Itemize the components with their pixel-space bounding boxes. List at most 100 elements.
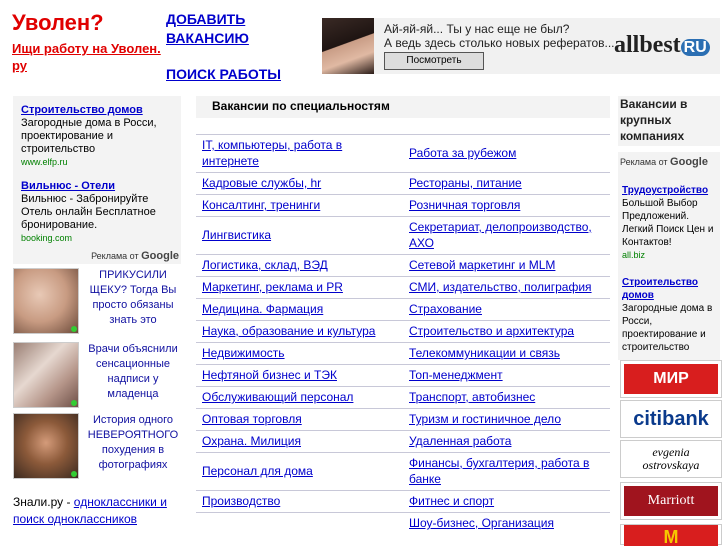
category-cell: Маркетинг, реклама и PR bbox=[196, 276, 403, 299]
category-link[interactable]: Медицина. Фармация bbox=[202, 302, 323, 316]
banner-view-button[interactable]: Посмотреть bbox=[384, 52, 484, 70]
category-link[interactable]: Кадровые службы, hr bbox=[202, 176, 321, 190]
category-link[interactable]: Топ-менеджмент bbox=[409, 368, 503, 382]
category-link[interactable]: Рестораны, питание bbox=[409, 176, 522, 190]
left-google-label[interactable]: Реклама от Google bbox=[91, 250, 179, 262]
company-logo-mcdonalds[interactable]: M bbox=[620, 524, 722, 547]
company-logo-mir[interactable]: МИР bbox=[620, 360, 722, 398]
online-dot-icon bbox=[71, 471, 77, 477]
category-cell: Медицина. Фармация bbox=[196, 298, 403, 321]
top-banner[interactable]: Ай-яй-яй... Ты у нас еще не был? А ведь … bbox=[322, 18, 720, 74]
category-link[interactable]: Секретариат, делопроизводство, АХО bbox=[409, 220, 592, 250]
teaser-3[interactable]: История одного НЕВЕРОЯТНОГО похудения в … bbox=[13, 413, 181, 479]
left-ad-1[interactable]: Строительство домов Загородные дома в Ро… bbox=[21, 104, 173, 169]
marriott-logo: Marriott bbox=[624, 486, 718, 516]
category-link[interactable]: Удаленная работа bbox=[409, 434, 511, 448]
category-link[interactable]: СМИ, издательство, полиграфия bbox=[409, 280, 592, 294]
category-link[interactable]: Работа за рубежом bbox=[409, 146, 516, 160]
category-cell: Кадровые службы, hr bbox=[196, 172, 403, 195]
company-logo-marriott[interactable]: Marriott bbox=[620, 482, 722, 520]
citibank-logo: citibank bbox=[633, 407, 709, 430]
left-ad-block: Строительство домов Загородные дома в Ро… bbox=[13, 96, 181, 264]
category-link[interactable]: Фитнес и спорт bbox=[409, 494, 494, 508]
category-link[interactable]: Сетевой маркетинг и MLM bbox=[409, 258, 555, 272]
right-ad-2-title[interactable]: Строительство домов bbox=[622, 276, 718, 302]
category-link[interactable]: Шоу-бизнес, Организация bbox=[409, 516, 554, 530]
category-link[interactable]: IT, компьютеры, работа в интернете bbox=[202, 138, 342, 168]
category-row: Недвижимость Телекоммуникации и связь bbox=[196, 342, 610, 365]
category-cell: Транспорт, автобизнес bbox=[403, 386, 610, 409]
right-ad-block: Реклама от Google Трудоустройство Большо… bbox=[618, 152, 720, 360]
company-logo-citibank[interactable]: citibank bbox=[620, 400, 722, 438]
category-link[interactable]: Финансы, бухгалтерия, работа в банке bbox=[409, 456, 589, 486]
category-cell: Персонал для дома bbox=[196, 452, 403, 491]
right-google-label[interactable]: Реклама от Google bbox=[620, 156, 708, 168]
left-ad-2[interactable]: Вильнюс - Отели Вильнюс - Забронируйте О… bbox=[21, 180, 173, 245]
category-link[interactable]: Консалтинг, тренинги bbox=[202, 198, 320, 212]
category-link[interactable]: Оптовая торговля bbox=[202, 412, 302, 426]
teaser-3-image[interactable] bbox=[13, 413, 79, 479]
category-row: Нефтяной бизнес и ТЭК Топ-менеджмент bbox=[196, 364, 610, 387]
category-link[interactable]: Туризм и гостиничное дело bbox=[409, 412, 561, 426]
category-link[interactable]: Телекоммуникации и связь bbox=[409, 346, 560, 360]
right-ad-2[interactable]: Строительство домов Загородные дома в Ро… bbox=[622, 276, 718, 354]
teaser-1[interactable]: ПРИКУСИЛИ ЩЕКУ? Тогда Вы просто обязаны … bbox=[13, 268, 181, 334]
right-ad-1-url[interactable]: all.biz bbox=[622, 249, 718, 262]
category-cell: СМИ, издательство, полиграфия bbox=[403, 276, 610, 299]
category-cell: Телекоммуникации и связь bbox=[403, 342, 610, 365]
category-cell: Наука, образование и культура bbox=[196, 320, 403, 343]
teaser-3-text[interactable]: История одного НЕВЕРОЯТНОГО похудения в … bbox=[85, 413, 181, 473]
category-link[interactable]: Лингвистика bbox=[202, 228, 271, 242]
find-job-link[interactable]: ПОИСК РАБОТЫ bbox=[166, 66, 281, 82]
category-cell: Туризм и гостиничное дело bbox=[403, 408, 610, 431]
category-link[interactable]: Производство bbox=[202, 494, 280, 508]
category-row: Лингвистика Секретариат, делопроизводство… bbox=[196, 216, 610, 255]
category-cell: Удаленная работа bbox=[403, 430, 610, 453]
teaser-2[interactable]: Врачи объяснили сенсационные надписи у м… bbox=[13, 342, 181, 408]
category-link[interactable]: Персонал для дома bbox=[202, 464, 313, 478]
teaser-2-text[interactable]: Врачи объяснили сенсационные надписи у м… bbox=[85, 342, 181, 402]
category-cell: Розничная торговля bbox=[403, 194, 610, 217]
category-row: Оптовая торговля Туризм и гостиничное дел… bbox=[196, 408, 610, 431]
ostrovskaya-logo: evgenia ostrovskaya bbox=[642, 445, 700, 472]
category-row: Обслуживающий персонал Транспорт, автобиз… bbox=[196, 386, 610, 409]
category-cell: Нефтяной бизнес и ТЭК bbox=[196, 364, 403, 387]
right-ad-1-title[interactable]: Трудоустройство bbox=[622, 184, 718, 197]
category-link[interactable]: Маркетинг, реклама и PR bbox=[202, 280, 343, 294]
left-ad-1-url[interactable]: www.elfp.ru bbox=[21, 156, 173, 169]
right-google-prefix: Реклама от bbox=[620, 157, 668, 167]
site-slogan-link[interactable]: Ищи работу на Уволен.ру bbox=[12, 40, 162, 74]
category-link[interactable]: Обслуживающий персонал bbox=[202, 390, 353, 404]
category-link[interactable]: Розничная торговля bbox=[409, 198, 520, 212]
category-link[interactable]: Нефтяной бизнес и ТЭК bbox=[202, 368, 337, 382]
category-cell: Фитнес и спорт bbox=[403, 490, 610, 513]
category-row: Персонал для дома Финансы, бухгалтерия, р… bbox=[196, 452, 610, 491]
category-link[interactable]: Логистика, склад, ВЭД bbox=[202, 258, 328, 272]
teaser-1-image[interactable] bbox=[13, 268, 79, 334]
right-ad-1-text: Большой Выбор Предложений. Легкий Поиск … bbox=[622, 198, 714, 248]
category-link[interactable]: Строительство и архитектура bbox=[409, 324, 574, 338]
category-link[interactable]: Транспорт, автобизнес bbox=[409, 390, 535, 404]
category-cell: Работа за рубежом bbox=[403, 134, 610, 173]
left-ad-2-url[interactable]: booking.com bbox=[21, 232, 173, 245]
category-link[interactable]: Охрана. Милиция bbox=[202, 434, 301, 448]
teaser-2-image[interactable] bbox=[13, 342, 79, 408]
category-row: Логистика, склад, ВЭД Сетевой маркетинг и… bbox=[196, 254, 610, 277]
left-ad-2-title[interactable]: Вильнюс - Отели bbox=[21, 180, 173, 193]
company-logo-ostrovskaya[interactable]: evgenia ostrovskaya bbox=[620, 440, 722, 478]
category-cell: Недвижимость bbox=[196, 342, 403, 365]
category-link[interactable]: Страхование bbox=[409, 302, 482, 316]
allbest-logo: allbest RU bbox=[614, 32, 710, 59]
google-logo-text: Google bbox=[141, 250, 179, 262]
add-vacancy-link[interactable]: ДОБАВИТЬ ВАКАНСИЮ bbox=[166, 10, 306, 48]
allbest-suffix: RU bbox=[680, 39, 710, 56]
teaser-1-text[interactable]: ПРИКУСИЛИ ЩЕКУ? Тогда Вы просто обязаны … bbox=[85, 268, 181, 328]
category-link[interactable]: Недвижимость bbox=[202, 346, 285, 360]
category-cell: Лингвистика bbox=[196, 216, 403, 255]
online-dot-icon bbox=[71, 400, 77, 406]
site-logo[interactable]: Уволен? bbox=[12, 10, 104, 36]
left-ad-1-title[interactable]: Строительство домов bbox=[21, 104, 173, 117]
banner-woman-image bbox=[322, 18, 374, 74]
right-ad-1[interactable]: Трудоустройство Большой Выбор Предложени… bbox=[622, 184, 718, 262]
category-link[interactable]: Наука, образование и культура bbox=[202, 324, 375, 338]
